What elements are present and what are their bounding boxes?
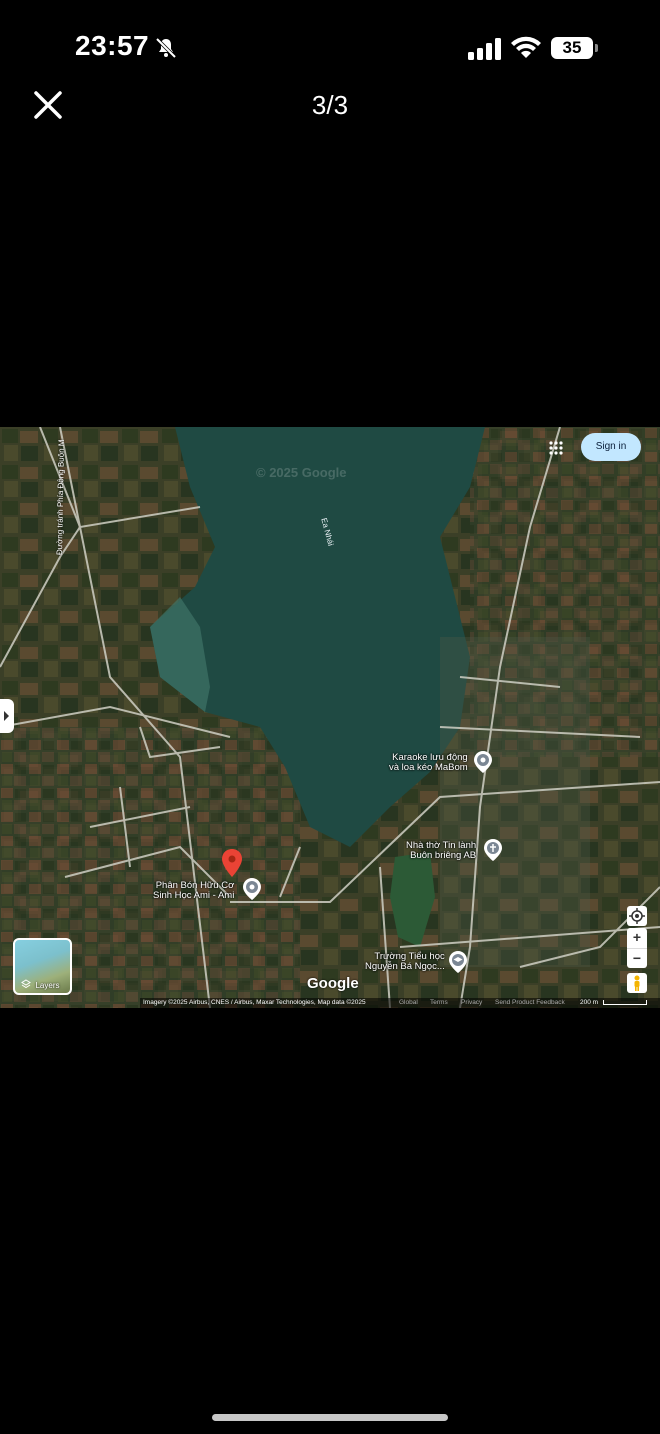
image-counter: 3/3: [311, 90, 349, 120]
sign-in-button[interactable]: Sign in: [581, 433, 641, 461]
scale-label: 200 m: [580, 999, 599, 1006]
my-location-icon[interactable]: [627, 906, 647, 926]
battery-icon: 35: [551, 37, 593, 59]
status-bar: 23:57 35 3/3: [0, 0, 660, 120]
status-time: 23:57: [75, 30, 150, 61]
zoom-in-button[interactable]: +: [627, 928, 647, 949]
poi-line2: Buôn briêng AB: [410, 850, 477, 861]
apps-grid-icon[interactable]: [548, 440, 564, 456]
place-icon[interactable]: [474, 751, 492, 773]
scale-bar: [603, 1000, 647, 1005]
cellular-signal-icon: [468, 38, 501, 60]
school-icon[interactable]: [449, 951, 467, 973]
footer-link-privacy[interactable]: Privacy: [461, 998, 482, 1008]
bell-slash-icon: [155, 37, 177, 59]
layers-button[interactable]: Layers: [13, 938, 72, 995]
zoom-out-button[interactable]: −: [627, 949, 647, 969]
poi-line2: Sinh Học Ami - Ami: [153, 890, 235, 901]
poi-school-label[interactable]: Trường Tiểu học Nguyễn Bá Ngọc...: [365, 952, 445, 972]
footer-link-global[interactable]: Global: [399, 998, 418, 1008]
red-location-pin-icon[interactable]: [222, 849, 242, 877]
home-indicator[interactable]: [212, 1414, 448, 1421]
map-watermark: © 2025 Google: [256, 465, 347, 480]
wifi-icon: [511, 36, 541, 58]
pegman-icon: [634, 975, 640, 991]
map-image[interactable]: © 2025 Google Ea Nhái Đường tránh Phía Đ…: [0, 427, 660, 1008]
place-icon[interactable]: [243, 878, 261, 900]
attribution-text: Imagery ©2025 Airbus, CNES / Airbus, Max…: [143, 999, 366, 1006]
google-logo: Google: [307, 975, 359, 992]
layers-label: Layers: [35, 981, 60, 990]
battery-nub: [595, 44, 598, 52]
poi-line2: Nguyễn Bá Ngọc...: [365, 961, 445, 972]
church-icon[interactable]: [484, 839, 502, 861]
side-panel-toggle[interactable]: [0, 699, 14, 733]
zoom-controls: + −: [627, 928, 647, 968]
chevron-right-icon: [4, 711, 9, 721]
poi-fertilizer-label[interactable]: Phân Bón Hữu Cơ Sinh Học Ami - Ami: [153, 881, 234, 901]
my-location-icon: [629, 908, 645, 924]
poi-line2: và loa kéo MaBom: [389, 762, 468, 773]
footer-link-terms[interactable]: Terms: [430, 998, 448, 1008]
poi-church-label[interactable]: Nhà thờ Tin lành Buôn briêng AB: [406, 841, 476, 861]
footer-link-feedback[interactable]: Send Product Feedback: [495, 998, 565, 1008]
satellite-imagery: [0, 427, 660, 1008]
pegman-button[interactable]: [627, 973, 647, 993]
poi-karaoke-label[interactable]: Karaoke lưu động và loa kéo MaBom: [389, 753, 468, 773]
